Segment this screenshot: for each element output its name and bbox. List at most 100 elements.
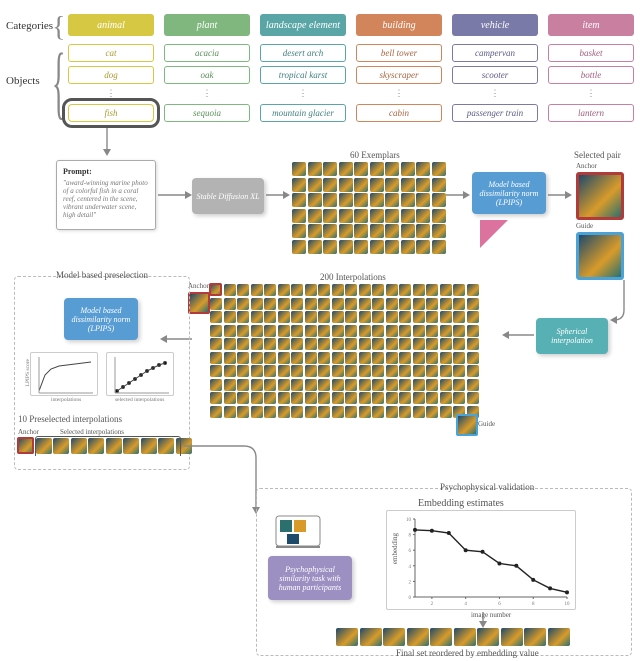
arrow-lpips-pair (548, 190, 572, 200)
tile (237, 406, 249, 418)
arrow-prompt-sdxl (158, 190, 192, 200)
tile (440, 352, 452, 364)
node-slerp: Spherical interpolation (536, 318, 608, 354)
tile (291, 392, 303, 404)
category-building: building (356, 14, 442, 36)
title-interpolations: 200 Interpolations (320, 272, 386, 282)
tile (345, 284, 357, 296)
tile (440, 311, 452, 323)
tile (453, 284, 465, 296)
tile (413, 406, 425, 418)
tile (467, 379, 479, 391)
tile (401, 178, 415, 192)
label-objects: Objects (6, 75, 40, 87)
tile (323, 162, 337, 176)
tile (386, 325, 398, 337)
label-categories: Categories (6, 20, 53, 32)
tile (339, 162, 353, 176)
object-skyscraper: skyscraper (356, 66, 442, 84)
tile (224, 311, 236, 323)
object-acacia: acacia (164, 44, 250, 62)
object-dog: dog (68, 66, 154, 84)
tile (308, 209, 322, 223)
tile (386, 352, 398, 364)
tile (339, 193, 353, 207)
tile (467, 365, 479, 377)
dots: ⋮ (164, 88, 250, 99)
tile (430, 628, 452, 646)
tile (210, 365, 222, 377)
label-guide: Guide (576, 222, 624, 230)
tile (359, 338, 371, 350)
tile (210, 311, 222, 323)
tile (385, 193, 399, 207)
arrow-slerp-interp (502, 330, 534, 340)
tile (305, 352, 317, 364)
object-basket: basket (548, 44, 634, 62)
dots-row: ⋮⋮⋮⋮⋮⋮ (68, 88, 634, 99)
mini-chart-lpips-all: interpolations LPIPS score (30, 352, 98, 396)
tile (264, 392, 276, 404)
object-tropical-karst: tropical karst (260, 66, 346, 84)
tile (372, 298, 384, 310)
lpips-all-svg (31, 353, 99, 397)
node-psych: Psychophysical similarity task with huma… (268, 556, 352, 600)
tile (359, 365, 371, 377)
tile (359, 352, 371, 364)
tile (251, 325, 263, 337)
brace-objects: { (52, 45, 65, 126)
tile (453, 298, 465, 310)
tile (413, 365, 425, 377)
object-passenger-train: passenger train (452, 104, 538, 122)
tile (251, 392, 263, 404)
tile (399, 298, 411, 310)
arrow-fish-to-prompt (100, 128, 114, 156)
tile (399, 338, 411, 350)
tile (413, 392, 425, 404)
presel-anchor-label: Anchor (18, 428, 39, 436)
tile (291, 298, 303, 310)
objects-row-3: fishsequoiamountain glaciercabinpassenge… (68, 104, 634, 122)
arrow-exemplars-lpips (446, 190, 470, 200)
tile (308, 178, 322, 192)
tile (453, 311, 465, 323)
tile (413, 352, 425, 364)
tile (440, 406, 452, 418)
svg-text:2: 2 (431, 602, 434, 607)
tile (372, 311, 384, 323)
tile (467, 392, 479, 404)
tile (370, 193, 384, 207)
tile (440, 325, 452, 337)
tile (305, 284, 317, 296)
tile (305, 406, 317, 418)
interp-grid (210, 284, 479, 418)
category-item: item (548, 14, 634, 36)
tile (399, 352, 411, 364)
object-desert-arch: desert arch (260, 44, 346, 62)
svg-text:4: 4 (409, 565, 412, 570)
tile (360, 628, 382, 646)
tile (278, 392, 290, 404)
tile (345, 325, 357, 337)
tile (385, 240, 399, 254)
prompt-card: Prompt: "award-winning marine photo of a… (56, 160, 156, 230)
tile (426, 352, 438, 364)
title-exemplars: 60 Exemplars (350, 150, 400, 160)
tile (399, 325, 411, 337)
node-lpips-1: Model based dissimilarity norm (LPIPS) (472, 172, 546, 214)
tile (413, 379, 425, 391)
tile (413, 325, 425, 337)
tile (386, 284, 398, 296)
tile (426, 284, 438, 296)
tile (305, 379, 317, 391)
tile (524, 628, 546, 646)
tile (453, 352, 465, 364)
tile (237, 365, 249, 377)
tile (318, 379, 330, 391)
tile (332, 352, 344, 364)
tile (401, 193, 415, 207)
tile (323, 224, 337, 238)
tile (237, 311, 249, 323)
tile (359, 325, 371, 337)
tile (292, 162, 306, 176)
